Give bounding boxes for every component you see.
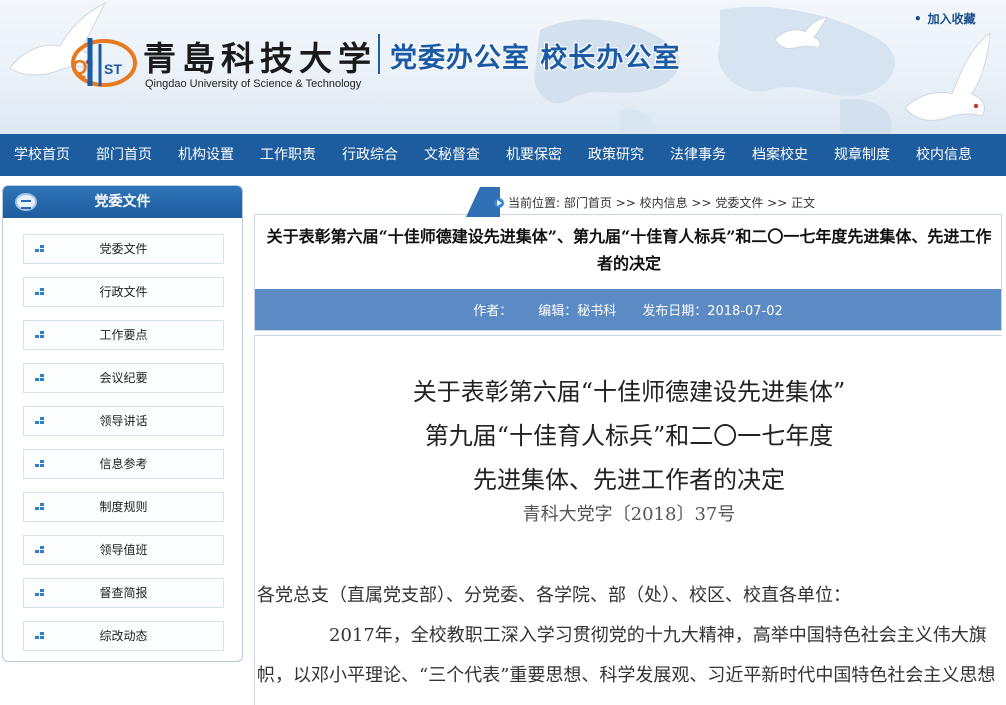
article-body: 关于表彰第六届“十佳师德建设先进集体” 第九届“十佳育人标兵”和二〇一七年度 先… — [254, 335, 1002, 705]
sidebar-item-admin-docs[interactable]: 行政文件 — [23, 277, 224, 307]
header-banner: Q ST 青島科技大学 Qingdao University of Scienc… — [0, 0, 1006, 134]
sidebar-item-inspection[interactable]: 督查简报 — [23, 578, 224, 608]
main-nav: 学校首页 部门首页 机构设置 工作职责 行政综合 文秘督查 机要保密 政策研究 … — [0, 134, 1006, 176]
breadcrumb-text: 当前位置: 部门首页 >> 校内信息 >> 党委文件 >> 正文 — [508, 196, 816, 210]
sidebar-item-rules[interactable]: 制度规则 — [23, 492, 224, 522]
bullet-icon — [35, 288, 44, 296]
bullet-icon: • — [914, 12, 922, 26]
sidebar-list: 党委文件 行政文件 工作要点 会议纪要 领导讲话 信息参考 制度规则 领导值班 … — [3, 218, 242, 651]
bullet-icon — [35, 503, 44, 511]
nav-item-archives[interactable]: 档案校史 — [739, 134, 821, 176]
nav-item-regulations[interactable]: 规章制度 — [821, 134, 903, 176]
sidebar-item-info-reference[interactable]: 信息参考 — [23, 449, 224, 479]
sidebar-item-label: 行政文件 — [99, 285, 148, 299]
sidebar-item-party-docs[interactable]: 党委文件 — [23, 234, 224, 264]
svg-text:ST: ST — [104, 61, 122, 77]
sidebar-title: 党委文件 — [94, 194, 151, 210]
breadcrumb: 当前位置: 部门首页 >> 校内信息 >> 党委文件 >> 正文 — [494, 194, 815, 211]
document-meta: 作者： 编辑：秘书科 发布日期：2018-07-02 — [255, 289, 1001, 330]
nav-item-dept-home[interactable]: 部门首页 — [83, 134, 165, 176]
svg-text:Q: Q — [72, 57, 88, 79]
nav-item-policy[interactable]: 政策研究 — [575, 134, 657, 176]
sidebar-item-duty[interactable]: 领导值班 — [23, 535, 224, 565]
document-title: 关于表彰第六届“十佳师德建设先进集体”、第九届“十佳育人标兵”和二〇一七年度先进… — [266, 227, 992, 273]
sidebar-item-work-points[interactable]: 工作要点 — [23, 320, 224, 350]
office-title: 党委办公室 校长办公室 — [390, 43, 681, 74]
sidebar-item-label: 会议纪要 — [99, 371, 148, 385]
nav-item-confidential[interactable]: 机要保密 — [493, 134, 575, 176]
breadcrumb-bar: 当前位置: 部门首页 >> 校内信息 >> 党委文件 >> 正文 — [254, 187, 1002, 217]
school-name-cn: 青島科技大学 — [143, 39, 377, 78]
sidebar-item-reform[interactable]: 综改动态 — [23, 621, 224, 651]
sidebar-item-label: 制度规则 — [99, 500, 148, 514]
document-header: 关于表彰第六届“十佳师德建设先进集体”、第九届“十佳育人标兵”和二〇一七年度先进… — [254, 215, 1002, 331]
logo-divider — [378, 34, 380, 74]
article-title-line: 第九届“十佳育人标兵”和二〇一七年度 — [424, 422, 834, 450]
sidebar-item-label: 领导值班 — [99, 543, 148, 557]
school-logo-icon: Q ST — [71, 38, 137, 87]
nav-item-school-home[interactable]: 学校首页 — [1, 134, 83, 176]
salutation: 各党总支（直属党支部）、分党委、各学院、部（处）、校区、校直各单位： — [257, 585, 851, 606]
sidebar-item-label: 督查简报 — [99, 586, 148, 600]
dove-icon — [904, 31, 991, 121]
bullet-icon — [35, 245, 44, 253]
sidebar-item-speeches[interactable]: 领导讲话 — [23, 406, 224, 436]
publish-date: 发布日期：2018-07-02 — [642, 304, 783, 319]
author-label: 作者： — [473, 304, 513, 319]
article-title-line: 先进集体、先进工作者的决定 — [473, 466, 785, 494]
nav-item-secretary[interactable]: 文秘督查 — [411, 134, 493, 176]
sidebar-item-label: 信息参考 — [99, 457, 148, 471]
bullet-icon — [35, 374, 44, 382]
document-number: 青科大党字〔2018〕37号 — [522, 504, 736, 525]
bullet-icon — [35, 546, 44, 554]
school-name-en: Qingdao University of Science & Technolo… — [145, 78, 362, 90]
nav-item-organization[interactable]: 机构设置 — [165, 134, 247, 176]
sidebar-item-label: 领导讲话 — [99, 414, 148, 428]
main-content: 当前位置: 部门首页 >> 校内信息 >> 党委文件 >> 正文 关于表彰第六届… — [254, 187, 1002, 705]
bullet-icon — [35, 331, 44, 339]
sidebar: 党委文件 党委文件 行政文件 工作要点 会议纪要 领导讲话 信息参考 制度规则 … — [2, 185, 243, 662]
nav-item-campus-info[interactable]: 校内信息 — [903, 134, 985, 176]
bullet-icon — [35, 417, 44, 425]
dove-icon — [774, 16, 828, 49]
editor-label: 编辑：秘书科 — [538, 304, 617, 319]
add-favorite-label: 加入收藏 — [927, 12, 976, 26]
nav-item-admin[interactable]: 行政综合 — [329, 134, 411, 176]
sidebar-item-label: 综改动态 — [99, 629, 148, 643]
bullet-icon — [35, 460, 44, 468]
sidebar-item-label: 党委文件 — [99, 242, 148, 256]
article-title: 关于表彰第六届“十佳师德建设先进集体” 第九届“十佳育人标兵”和二〇一七年度 先… — [255, 370, 1002, 502]
sidebar-item-label: 工作要点 — [99, 328, 148, 342]
sidebar-header: 党委文件 — [3, 186, 242, 218]
location-icon — [494, 198, 504, 208]
bullet-icon — [35, 589, 44, 597]
article-text: 各党总支（直属党支部）、分党委、各学院、部（处）、校区、校直各单位： 2017年… — [257, 576, 997, 705]
article-title-line: 关于表彰第六届“十佳师德建设先进集体” — [412, 378, 846, 406]
bullet-icon — [35, 632, 44, 640]
article-paragraph: 2017年，全校教职工深入学习贯彻党的十九大精神，高举中国特色社会主义伟大旗帜，… — [257, 625, 996, 686]
nav-item-duties[interactable]: 工作职责 — [247, 134, 329, 176]
sidebar-item-minutes[interactable]: 会议纪要 — [23, 363, 224, 393]
nav-item-legal[interactable]: 法律事务 — [657, 134, 739, 176]
add-favorite-link[interactable]: • 加入收藏 — [914, 10, 976, 27]
